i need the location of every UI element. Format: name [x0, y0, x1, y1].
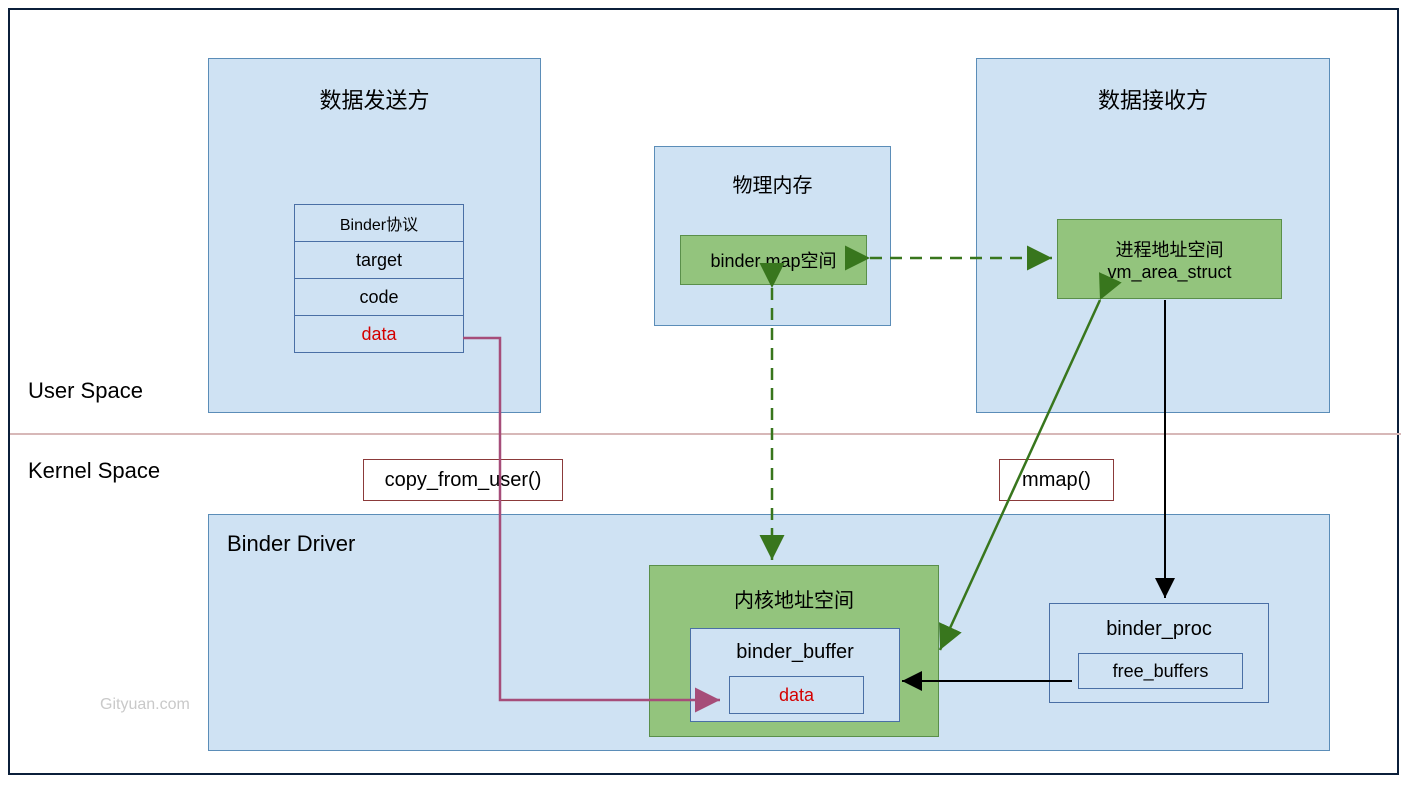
copy-from-user-label: copy_from_user(): [363, 459, 563, 501]
kernel-space-label: Kernel Space: [28, 458, 160, 484]
binder-data-cell: data: [729, 676, 864, 714]
diagram-frame: 数据发送方 Binder协议 target code data 物理内存 bin…: [8, 8, 1399, 775]
kernel-addr-title: 内核地址空间: [650, 584, 938, 613]
receiver-title: 数据接收方: [977, 83, 1329, 115]
mmap-label: mmap(): [999, 459, 1114, 501]
sender-title: 数据发送方: [209, 83, 540, 115]
sender-cell-0: Binder协议: [294, 204, 464, 242]
sender-cell-2: code: [294, 278, 464, 316]
binder-buffer-box: binder_buffer data: [690, 628, 900, 722]
sender-cell-1: target: [294, 241, 464, 279]
physical-memory-box: 物理内存 binder map空间: [654, 146, 891, 326]
binder-proc-title: binder_proc: [1050, 618, 1268, 641]
binder-map-box: binder map空间: [680, 235, 867, 285]
kernel-addr-box: 内核地址空间 binder_buffer data: [649, 565, 939, 737]
watermark: Gityuan.com: [100, 696, 190, 714]
binder-proc-box: binder_proc free_buffers: [1049, 603, 1269, 703]
receiver-box: 数据接收方 进程地址空间 vm_area_struct: [976, 58, 1330, 413]
free-buffers-cell: free_buffers: [1078, 653, 1243, 689]
sender-table: Binder协议 target code data: [294, 204, 464, 353]
sender-box: 数据发送方 Binder协议 target code data: [208, 58, 541, 413]
vm-area-line2: vm_area_struct: [1107, 262, 1231, 283]
user-space-label: User Space: [28, 378, 143, 404]
binder-driver-title: Binder Driver: [227, 531, 355, 557]
sender-cell-3: data: [294, 315, 464, 353]
vm-area-line1: 进程地址空间: [1116, 236, 1224, 262]
binder-driver-box: Binder Driver 内核地址空间 binder_buffer data …: [208, 514, 1330, 751]
physical-memory-title: 物理内存: [655, 169, 890, 198]
binder-buffer-title: binder_buffer: [691, 641, 899, 664]
vm-area-box: 进程地址空间 vm_area_struct: [1057, 219, 1282, 299]
